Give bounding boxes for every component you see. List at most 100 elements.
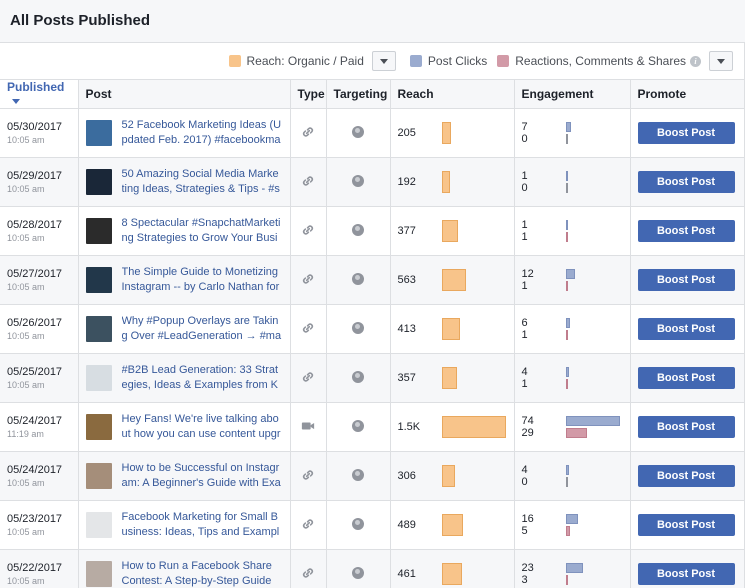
col-type[interactable]: Type	[290, 79, 327, 109]
table-row[interactable]: 05/26/2017 10:05 am Why #Popup Overlays ar…	[0, 304, 745, 354]
targeting-cell	[326, 108, 391, 158]
table-row[interactable]: 05/22/2017 10:05 am How to Run a Facebook …	[0, 549, 745, 588]
globe-icon	[352, 272, 364, 285]
post-title-link[interactable]: 50 Amazing Social Media Marketing Ideas,…	[122, 167, 282, 197]
post-thumbnail[interactable]	[85, 169, 112, 195]
post-title-link[interactable]: 8 Spectacular #SnapchatMarketing Strateg…	[122, 216, 282, 246]
post-title-link[interactable]: Why #Popup Overlays are Taking Over #Lea…	[122, 314, 282, 344]
post-time: 10:05 am	[7, 331, 45, 341]
post-thumbnail[interactable]	[85, 120, 112, 146]
promote-cell: Boost Post	[630, 451, 745, 501]
post-date: 05/28/2017	[7, 219, 63, 231]
post-thumbnail[interactable]	[85, 561, 112, 587]
engagement-bars	[565, 366, 569, 390]
globe-icon	[352, 125, 364, 138]
published-cell: 05/27/2017 10:05 am	[0, 255, 79, 305]
reactions-value: 1	[521, 378, 528, 390]
boost-post-button[interactable]: Boost Post	[637, 465, 735, 487]
boost-post-button[interactable]: Boost Post	[637, 367, 735, 389]
targeting-cell	[326, 304, 391, 354]
post-title-link[interactable]: How to Run a Facebook Share Contest: A S…	[122, 559, 282, 588]
reach-value: 357	[397, 372, 416, 384]
post-title-link[interactable]: #B2B Lead Generation: 33 Strategies, Ide…	[122, 363, 282, 393]
table-row[interactable]: 05/27/2017 10:05 am The Simple Guide to Mo…	[0, 255, 745, 305]
post-thumbnail[interactable]	[85, 316, 112, 342]
table-row[interactable]: 05/25/2017 10:05 am #B2B Lead Generation: …	[0, 353, 745, 403]
table-row[interactable]: 05/30/2017 10:05 am 52 Facebook Marketing …	[0, 108, 745, 158]
reach-cell: 205	[390, 108, 515, 158]
boost-post-button[interactable]: Boost Post	[637, 416, 735, 438]
promote-cell: Boost Post	[630, 108, 745, 158]
boost-post-button[interactable]: Boost Post	[637, 171, 735, 193]
col-published[interactable]: Published	[0, 79, 79, 109]
clicks-value: 7	[521, 121, 528, 133]
post-thumbnail[interactable]	[85, 365, 112, 391]
clicks-value: 23	[521, 562, 534, 574]
post-title-link[interactable]: Facebook Marketing for Small Business: I…	[122, 510, 282, 540]
post-date: 05/27/2017	[7, 268, 63, 280]
col-engagement[interactable]: Engagement	[514, 79, 631, 109]
post-cell: #B2B Lead Generation: 33 Strategies, Ide…	[78, 353, 291, 403]
table-row[interactable]: 05/24/2017 11:19 am Hey Fans! We're live t…	[0, 402, 745, 452]
boost-post-button[interactable]: Boost Post	[637, 563, 735, 585]
post-title-link[interactable]: The Simple Guide to Monetizing Instagram…	[122, 265, 282, 295]
col-published-label: Published	[7, 80, 65, 94]
post-thumbnail[interactable]	[85, 267, 112, 293]
clicks-bar	[565, 318, 570, 328]
reactions-bar	[565, 134, 568, 144]
engagement-values: 40	[522, 464, 566, 488]
boost-post-button[interactable]: Boost Post	[637, 220, 735, 242]
post-time: 10:05 am	[7, 380, 45, 390]
post-date: 05/26/2017	[7, 317, 63, 329]
published-cell: 05/24/2017 11:19 am	[0, 402, 79, 452]
reactions-value: 29	[521, 427, 534, 439]
globe-icon	[352, 223, 364, 236]
boost-post-button[interactable]: Boost Post	[637, 514, 735, 536]
video-icon	[301, 422, 315, 429]
col-promote: Promote	[630, 79, 745, 109]
table-row[interactable]: 05/23/2017 10:05 am Facebook Marketing for…	[0, 500, 745, 550]
col-post[interactable]: Post	[78, 79, 291, 109]
engagement-dropdown-button[interactable]	[709, 51, 733, 71]
targeting-cell	[326, 451, 391, 501]
table-row[interactable]: 05/29/2017 10:05 am 50 Amazing Social Medi…	[0, 157, 745, 207]
reach-bar	[441, 171, 450, 193]
published-cell: 05/25/2017 10:05 am	[0, 353, 79, 403]
globe-icon	[352, 419, 364, 432]
reach-value: 413	[397, 323, 416, 335]
col-reach[interactable]: Reach	[390, 79, 515, 109]
post-thumbnail[interactable]	[85, 463, 112, 489]
globe-icon	[352, 517, 364, 530]
info-icon[interactable]: i	[690, 55, 701, 67]
reactions-bar	[565, 183, 568, 193]
engagement-bars	[565, 464, 569, 488]
col-reach-label: Reach	[397, 87, 434, 101]
targeting-cell	[326, 500, 391, 550]
post-thumbnail[interactable]	[85, 512, 112, 538]
reactions-value: 1	[521, 329, 528, 341]
boost-post-button[interactable]: Boost Post	[637, 122, 735, 144]
table-row[interactable]: 05/28/2017 10:05 am 8 Spectacular #Snapcha…	[0, 206, 745, 256]
post-thumbnail[interactable]	[85, 414, 112, 440]
post-cell: 8 Spectacular #SnapchatMarketing Strateg…	[78, 206, 291, 256]
table-header-row: Published Post Type Targeting Reach Enga…	[0, 79, 745, 109]
reach-dropdown-button[interactable]	[371, 51, 396, 71]
post-thumbnail[interactable]	[85, 218, 112, 244]
boost-post-button[interactable]: Boost Post	[637, 269, 735, 291]
legend-reach-label: Reach: Organic / Paid	[246, 54, 364, 68]
type-cell	[290, 549, 327, 588]
post-title-link[interactable]: How to be Successful on Instagram: A Beg…	[122, 461, 282, 491]
post-title-link[interactable]: 52 Facebook Marketing Ideas (Updated Feb…	[122, 118, 282, 148]
post-title-link[interactable]: Hey Fans! We're live talking about how y…	[122, 412, 282, 442]
post-cell: 52 Facebook Marketing Ideas (Updated Feb…	[78, 108, 291, 158]
post-cell: How to be Successful on Instagram: A Beg…	[78, 451, 291, 501]
col-targeting[interactable]: Targeting	[326, 79, 391, 109]
engagement-cell: 40	[514, 451, 631, 501]
clicks-bar	[565, 122, 571, 132]
clicks-value: 74	[521, 415, 534, 427]
table-row[interactable]: 05/24/2017 10:05 am How to be Successful o…	[0, 451, 745, 501]
col-promote-label: Promote	[637, 87, 687, 101]
clicks-value: 1	[521, 219, 528, 231]
boost-post-button[interactable]: Boost Post	[637, 318, 735, 340]
engagement-bars	[565, 513, 578, 537]
